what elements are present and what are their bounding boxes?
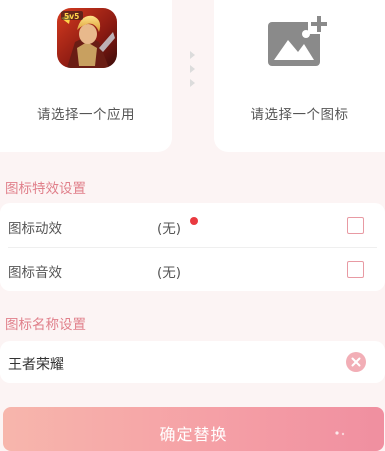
- icon-picker-label: 请选择一个图标: [250, 107, 349, 123]
- icon-sound-row[interactable]: 图标音效 (无): [0, 247, 385, 291]
- app-picker-label: 请选择一个应用: [37, 107, 135, 123]
- name-input-panel[interactable]: 王者荣耀: [0, 341, 385, 383]
- icon-name-input[interactable]: 王者荣耀: [8, 354, 64, 374]
- svg-text:5v5: 5v5: [64, 12, 79, 21]
- effects-panel: 图标动效 (无) 图标音效 (无): [0, 203, 385, 291]
- add-image-icon: [268, 14, 330, 66]
- name-section-title: 图标名称设置: [5, 317, 86, 333]
- clear-icon[interactable]: [346, 352, 366, 372]
- icon-animation-value: (无): [157, 221, 182, 237]
- confirm-replace-label: 确定替换: [159, 425, 228, 444]
- confirm-replace-button[interactable]: 确定替换: [3, 407, 384, 451]
- icon-animation-label: 图标动效: [8, 221, 62, 237]
- selected-app-icon: 5v5: [57, 8, 117, 68]
- arrows-right-icon: [190, 51, 195, 87]
- icon-sound-value: (无): [157, 265, 182, 281]
- effects-section-title: 图标特效设置: [5, 181, 86, 197]
- icon-sound-checkbox[interactable]: [347, 261, 364, 278]
- icon-animation-row[interactable]: 图标动效 (无): [0, 203, 385, 248]
- select-icon-card[interactable]: 请选择一个图标: [214, 0, 385, 152]
- icon-sound-label: 图标音效: [8, 265, 62, 281]
- new-badge-dot: [190, 217, 198, 225]
- icon-animation-checkbox[interactable]: [347, 217, 364, 234]
- select-app-card[interactable]: 5v5 请选择一个应用: [0, 0, 172, 152]
